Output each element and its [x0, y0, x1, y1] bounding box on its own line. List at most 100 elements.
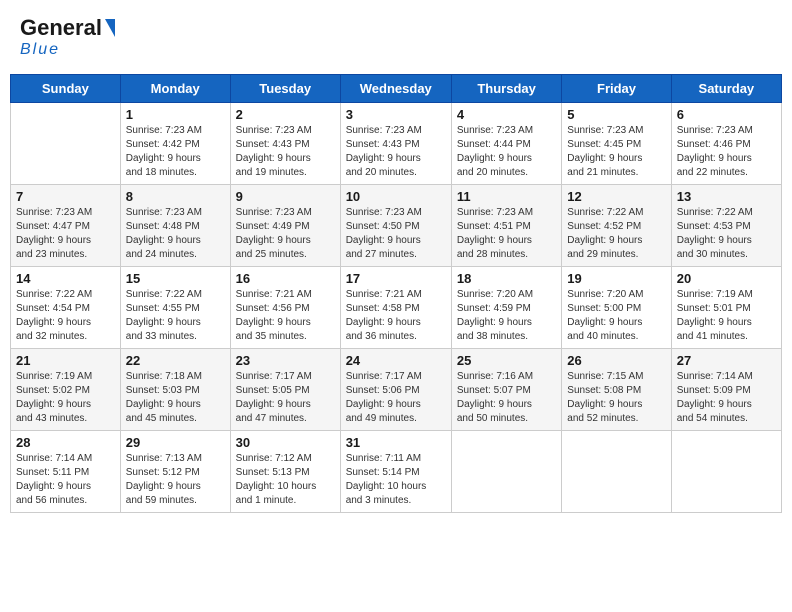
- day-number: 27: [677, 353, 776, 368]
- day-info: Sunrise: 7:23 AM Sunset: 4:42 PM Dayligh…: [126, 124, 225, 180]
- calendar-cell: 14 Sunrise: 7:22 AM Sunset: 4:54 PM Dayli…: [11, 267, 121, 349]
- day-number: 5: [567, 107, 665, 122]
- day-info: Sunrise: 7:22 AM Sunset: 4:55 PM Dayligh…: [126, 288, 225, 344]
- day-number: 16: [236, 271, 335, 286]
- day-number: 2: [236, 107, 335, 122]
- day-info: Sunrise: 7:23 AM Sunset: 4:43 PM Dayligh…: [346, 124, 446, 180]
- day-info: Sunrise: 7:22 AM Sunset: 4:52 PM Dayligh…: [567, 206, 665, 262]
- calendar-cell: 23 Sunrise: 7:17 AM Sunset: 5:05 PM Dayli…: [230, 349, 340, 431]
- week-row-4: 21 Sunrise: 7:19 AM Sunset: 5:02 PM Dayli…: [11, 349, 782, 431]
- calendar-cell: 18Sunrise: 7:20 AM Sunset: 4:59 PM Dayli…: [451, 267, 561, 349]
- day-number: 10: [346, 189, 446, 204]
- day-info: Sunrise: 7:18 AM Sunset: 5:03 PM Dayligh…: [126, 370, 225, 426]
- day-number: 4: [457, 107, 556, 122]
- weekday-header-monday: Monday: [120, 75, 230, 103]
- day-info: Sunrise: 7:14 AM Sunset: 5:09 PM Dayligh…: [677, 370, 776, 426]
- day-info: Sunrise: 7:22 AM Sunset: 4:53 PM Dayligh…: [677, 206, 776, 262]
- day-number: 11: [457, 189, 556, 204]
- calendar-cell: 16 Sunrise: 7:21 AM Sunset: 4:56 PM Dayli…: [230, 267, 340, 349]
- calendar-cell: [671, 431, 781, 513]
- calendar-cell: 2 Sunrise: 7:23 AM Sunset: 4:43 PM Daylig…: [230, 103, 340, 185]
- weekday-header-row: SundayMondayTuesdayWednesdayThursdayFrid…: [11, 75, 782, 103]
- calendar-cell: 8 Sunrise: 7:23 AM Sunset: 4:48 PM Daylig…: [120, 185, 230, 267]
- day-number: 20: [677, 271, 776, 286]
- calendar-cell: 17Sunrise: 7:21 AM Sunset: 4:58 PM Dayli…: [340, 267, 451, 349]
- week-row-3: 14 Sunrise: 7:22 AM Sunset: 4:54 PM Dayli…: [11, 267, 782, 349]
- weekday-header-sunday: Sunday: [11, 75, 121, 103]
- logo: General Blue: [20, 15, 115, 59]
- day-info: Sunrise: 7:19 AM Sunset: 5:01 PM Dayligh…: [677, 288, 776, 344]
- day-info: Sunrise: 7:23 AM Sunset: 4:50 PM Dayligh…: [346, 206, 446, 262]
- calendar-cell: 13Sunrise: 7:22 AM Sunset: 4:53 PM Dayli…: [671, 185, 781, 267]
- day-number: 19: [567, 271, 665, 286]
- day-info: Sunrise: 7:13 AM Sunset: 5:12 PM Dayligh…: [126, 452, 225, 508]
- calendar-cell: 5 Sunrise: 7:23 AM Sunset: 4:45 PM Daylig…: [562, 103, 671, 185]
- weekday-header-tuesday: Tuesday: [230, 75, 340, 103]
- day-info: Sunrise: 7:21 AM Sunset: 4:56 PM Dayligh…: [236, 288, 335, 344]
- day-info: Sunrise: 7:11 AM Sunset: 5:14 PM Dayligh…: [346, 452, 446, 508]
- day-number: 7: [16, 189, 115, 204]
- day-info: Sunrise: 7:23 AM Sunset: 4:45 PM Dayligh…: [567, 124, 665, 180]
- day-info: Sunrise: 7:20 AM Sunset: 5:00 PM Dayligh…: [567, 288, 665, 344]
- calendar-cell: 25 Sunrise: 7:16 AM Sunset: 5:07 PM Dayli…: [451, 349, 561, 431]
- day-number: 3: [346, 107, 446, 122]
- day-info: Sunrise: 7:16 AM Sunset: 5:07 PM Dayligh…: [457, 370, 556, 426]
- calendar-cell: 15 Sunrise: 7:22 AM Sunset: 4:55 PM Dayli…: [120, 267, 230, 349]
- day-info: Sunrise: 7:23 AM Sunset: 4:48 PM Dayligh…: [126, 206, 225, 262]
- calendar-cell: 3 Sunrise: 7:23 AM Sunset: 4:43 PM Daylig…: [340, 103, 451, 185]
- page-header: General Blue: [10, 10, 782, 64]
- calendar-cell: 12Sunrise: 7:22 AM Sunset: 4:52 PM Dayli…: [562, 185, 671, 267]
- day-info: Sunrise: 7:14 AM Sunset: 5:11 PM Dayligh…: [16, 452, 115, 508]
- day-number: 24: [346, 353, 446, 368]
- calendar-cell: 26 Sunrise: 7:15 AM Sunset: 5:08 PM Dayli…: [562, 349, 671, 431]
- day-info: Sunrise: 7:12 AM Sunset: 5:13 PM Dayligh…: [236, 452, 335, 508]
- day-number: 14: [16, 271, 115, 286]
- weekday-header-friday: Friday: [562, 75, 671, 103]
- day-info: Sunrise: 7:23 AM Sunset: 4:43 PM Dayligh…: [236, 124, 335, 180]
- day-number: 8: [126, 189, 225, 204]
- calendar-cell: 24 Sunrise: 7:17 AM Sunset: 5:06 PM Dayli…: [340, 349, 451, 431]
- weekday-header-thursday: Thursday: [451, 75, 561, 103]
- day-info: Sunrise: 7:19 AM Sunset: 5:02 PM Dayligh…: [16, 370, 115, 426]
- weekday-header-saturday: Saturday: [671, 75, 781, 103]
- calendar-cell: 10 Sunrise: 7:23 AM Sunset: 4:50 PM Dayli…: [340, 185, 451, 267]
- day-info: Sunrise: 7:22 AM Sunset: 4:54 PM Dayligh…: [16, 288, 115, 344]
- day-number: 26: [567, 353, 665, 368]
- day-info: Sunrise: 7:23 AM Sunset: 4:44 PM Dayligh…: [457, 124, 556, 180]
- calendar-cell: 21 Sunrise: 7:19 AM Sunset: 5:02 PM Dayli…: [11, 349, 121, 431]
- week-row-1: 1 Sunrise: 7:23 AM Sunset: 4:42 PM Daylig…: [11, 103, 782, 185]
- day-number: 6: [677, 107, 776, 122]
- day-info: Sunrise: 7:21 AM Sunset: 4:58 PM Dayligh…: [346, 288, 446, 344]
- calendar-cell: 4 Sunrise: 7:23 AM Sunset: 4:44 PM Daylig…: [451, 103, 561, 185]
- day-number: 21: [16, 353, 115, 368]
- day-number: 15: [126, 271, 225, 286]
- day-info: Sunrise: 7:15 AM Sunset: 5:08 PM Dayligh…: [567, 370, 665, 426]
- day-number: 9: [236, 189, 335, 204]
- calendar-cell: 30Sunrise: 7:12 AM Sunset: 5:13 PM Dayli…: [230, 431, 340, 513]
- day-info: Sunrise: 7:23 AM Sunset: 4:51 PM Dayligh…: [457, 206, 556, 262]
- logo-arrow-icon: [105, 19, 115, 37]
- calendar-cell: 29Sunrise: 7:13 AM Sunset: 5:12 PM Dayli…: [120, 431, 230, 513]
- day-info: Sunrise: 7:23 AM Sunset: 4:49 PM Dayligh…: [236, 206, 335, 262]
- calendar-cell: [451, 431, 561, 513]
- week-row-5: 28 Sunrise: 7:14 AM Sunset: 5:11 PM Dayli…: [11, 431, 782, 513]
- calendar-table: SundayMondayTuesdayWednesdayThursdayFrid…: [10, 74, 782, 513]
- calendar-cell: 1 Sunrise: 7:23 AM Sunset: 4:42 PM Daylig…: [120, 103, 230, 185]
- day-number: 25: [457, 353, 556, 368]
- day-info: Sunrise: 7:23 AM Sunset: 4:47 PM Dayligh…: [16, 206, 115, 262]
- calendar-cell: 31 Sunrise: 7:11 AM Sunset: 5:14 PM Dayli…: [340, 431, 451, 513]
- calendar-cell: 27 Sunrise: 7:14 AM Sunset: 5:09 PM Dayli…: [671, 349, 781, 431]
- day-number: 23: [236, 353, 335, 368]
- day-number: 31: [346, 435, 446, 450]
- logo-text: General: [20, 15, 102, 41]
- day-info: Sunrise: 7:17 AM Sunset: 5:05 PM Dayligh…: [236, 370, 335, 426]
- day-number: 28: [16, 435, 115, 450]
- day-number: 18: [457, 271, 556, 286]
- day-info: Sunrise: 7:17 AM Sunset: 5:06 PM Dayligh…: [346, 370, 446, 426]
- calendar-cell: 6 Sunrise: 7:23 AM Sunset: 4:46 PM Daylig…: [671, 103, 781, 185]
- day-number: 1: [126, 107, 225, 122]
- day-info: Sunrise: 7:23 AM Sunset: 4:46 PM Dayligh…: [677, 124, 776, 180]
- calendar-cell: 19 Sunrise: 7:20 AM Sunset: 5:00 PM Dayli…: [562, 267, 671, 349]
- calendar-cell: [11, 103, 121, 185]
- calendar-cell: 28 Sunrise: 7:14 AM Sunset: 5:11 PM Dayli…: [11, 431, 121, 513]
